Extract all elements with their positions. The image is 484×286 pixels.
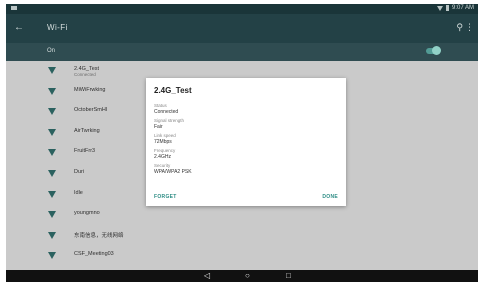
status-field: Status Connected [154, 103, 178, 115]
field-label: Link speed [154, 133, 176, 138]
field-value: Fair [154, 124, 163, 130]
done-button[interactable]: DONE [322, 194, 338, 200]
signal-strength-field: Signal strength Fair [154, 118, 184, 130]
link-speed-field: Link speed 72Mbps [154, 133, 176, 145]
frequency-field: Frequency 2.4GHz [154, 148, 175, 160]
field-value: 72Mbps [154, 139, 172, 145]
field-label: Signal strength [154, 118, 185, 123]
field-label: Status [154, 103, 167, 108]
field-value: WPA/WPA2 PSK [154, 169, 192, 175]
field-label: Security [154, 163, 171, 168]
screen: 9:07 AM ← Wi-Fi ⚲ ⋮ On 2.4G_Test Connect… [6, 4, 478, 282]
nav-back-icon[interactable]: ◁ [204, 271, 210, 281]
security-field: Security WPA/WPA2 PSK [154, 163, 192, 175]
field-value: Connected [154, 109, 179, 115]
network-details-dialog: 2.4G_Test Status Connected Signal streng… [146, 78, 346, 206]
dialog-title: 2.4G_Test [154, 86, 192, 95]
field-label: Frequency [154, 148, 176, 153]
navigation-bar: ◁ ○ □ [6, 270, 478, 282]
nav-recent-icon[interactable]: □ [286, 271, 291, 281]
nav-home-icon[interactable]: ○ [245, 271, 250, 281]
forget-button[interactable]: FORGET [154, 194, 177, 200]
field-value: 2.4GHz [154, 154, 171, 160]
